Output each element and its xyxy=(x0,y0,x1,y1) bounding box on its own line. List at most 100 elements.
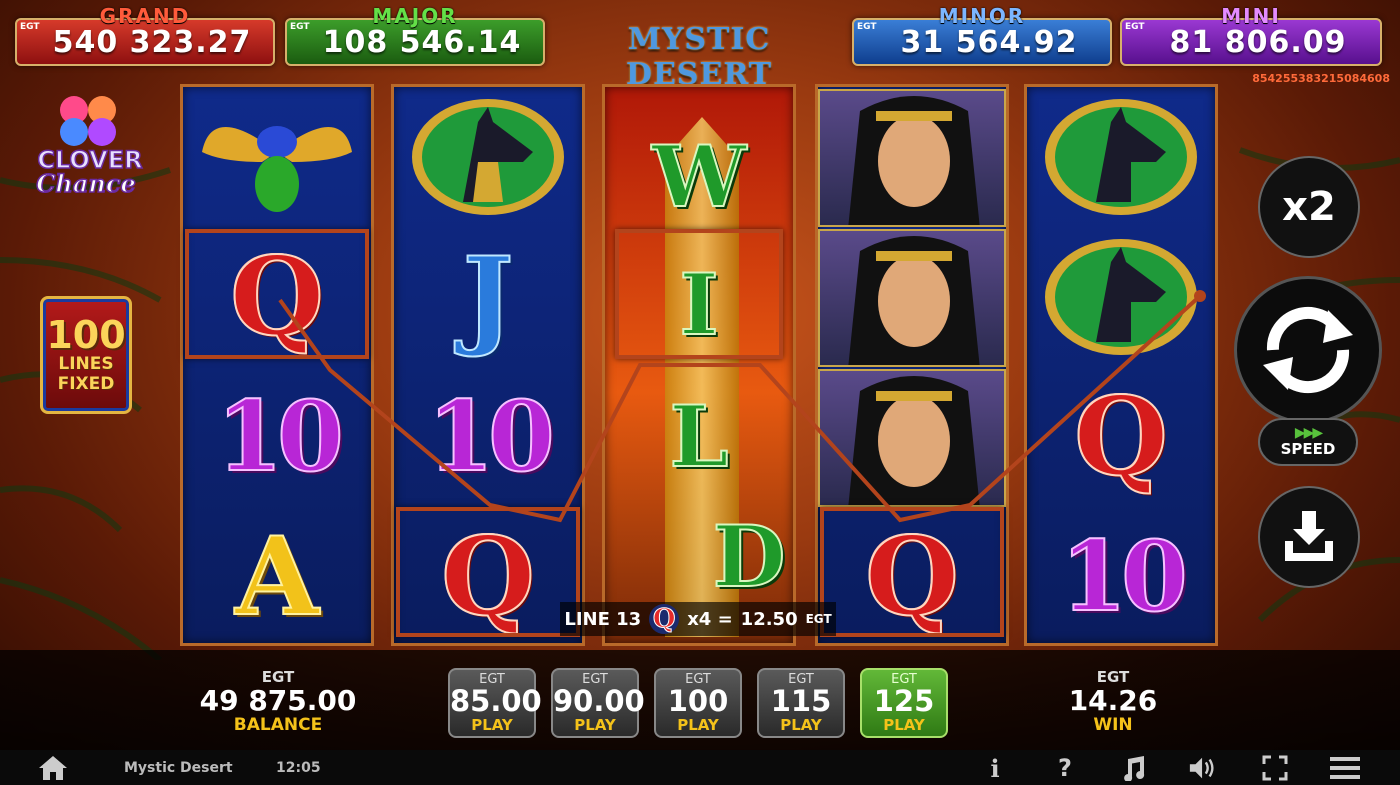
jackpot-minor-value: 31 564.92 xyxy=(900,24,1078,60)
fullscreen-icon[interactable] xyxy=(1260,754,1290,782)
anubis-icon xyxy=(1045,239,1197,355)
win-multiplier: x4 = xyxy=(687,608,733,630)
scarab-icon xyxy=(202,126,352,212)
collect-button[interactable] xyxy=(1258,486,1360,588)
jackpot-mini-value: 81 806.09 xyxy=(1169,24,1347,60)
jackpot-major-label: MAJOR xyxy=(372,4,458,28)
win-line-amount: 12.50 xyxy=(740,608,798,630)
bet-button-100[interactable]: EGT 100 PLAY xyxy=(654,668,742,738)
bet-amount: 115 xyxy=(770,684,832,718)
game-title: MYSTIC DESERT xyxy=(625,22,773,92)
bet-label: PLAY xyxy=(780,716,822,734)
jackpot-minor-label: MINOR xyxy=(938,4,1026,28)
menu-icon[interactable] xyxy=(1330,754,1360,782)
sound-icon[interactable] xyxy=(1188,754,1218,782)
symbol-queen xyxy=(818,369,1006,507)
anubis-icon xyxy=(1045,99,1197,215)
bet-label: PLAY xyxy=(883,716,925,734)
help-icon[interactable]: ? xyxy=(1050,754,1080,782)
status-bar: Mystic Desert 12:05 i ? xyxy=(0,750,1400,785)
win-line-info: LINE 13 Q x4 = 12.50 EGT xyxy=(560,602,836,636)
currency-tag: EGT xyxy=(20,22,40,32)
balance-display: EGT 49 875.00 BALANCE xyxy=(190,668,366,735)
symbol-queen xyxy=(818,89,1006,227)
jackpot-grand: GRAND EGT 540 323.27 xyxy=(15,4,275,66)
win-highlight xyxy=(396,507,580,637)
win-amount: 14.26 xyxy=(1068,684,1158,717)
currency-tag: EGT xyxy=(290,22,310,32)
queen-icon xyxy=(848,96,980,225)
round-id: 854255383215084608 xyxy=(1252,72,1390,85)
symbol-anubis xyxy=(394,87,582,227)
bet-button-115[interactable]: EGT 115 PLAY xyxy=(757,668,845,738)
win-highlight xyxy=(820,507,1004,637)
symbol-j: J xyxy=(461,234,514,360)
clover-chance-logo: CLOVER Chance xyxy=(36,96,143,199)
bet-label: PLAY xyxy=(574,716,616,734)
currency-tag: EGT xyxy=(857,22,877,32)
fast-forward-icon: ▶▶▶ xyxy=(1294,425,1323,441)
win-line-currency: EGT xyxy=(805,612,832,626)
win-line-label: LINE 13 xyxy=(564,608,642,630)
win-highlight xyxy=(185,229,369,359)
multiplier-button[interactable]: x2 xyxy=(1258,156,1360,258)
info-icon[interactable]: i xyxy=(980,754,1010,783)
status-clock: 12:05 xyxy=(276,759,321,776)
symbol-10: 10 xyxy=(426,380,556,493)
balance-label: BALANCE xyxy=(233,715,323,736)
spin-button[interactable] xyxy=(1234,276,1382,424)
lines-count: 100 xyxy=(46,312,126,357)
win-highlight xyxy=(615,229,783,359)
jackpot-mini-label: MINI xyxy=(1221,4,1281,28)
reel-3-wild: W I L D xyxy=(602,84,796,646)
symbol-queen xyxy=(818,229,1006,367)
symbol-scarab xyxy=(183,87,371,227)
win-display: EGT 14.26 WIN xyxy=(1030,668,1196,735)
status-game-name: Mystic Desert xyxy=(124,759,233,776)
q-symbol-icon: Q xyxy=(649,604,680,635)
wild-letter-l: L xyxy=(668,386,729,487)
queen-icon xyxy=(848,236,980,365)
reel-1: Q 10 A xyxy=(180,84,374,646)
symbol-q: Q xyxy=(1073,374,1169,500)
jackpot-grand-label: GRAND xyxy=(99,4,191,28)
bet-button-125-selected[interactable]: EGT 125 PLAY xyxy=(860,668,948,738)
bet-label: PLAY xyxy=(471,716,513,734)
music-icon[interactable] xyxy=(1118,754,1148,782)
lines-fixed-badge: 100 LINES FIXED xyxy=(40,296,132,414)
jackpot-minor: MINOR EGT 31 564.92 xyxy=(852,4,1112,66)
symbol-anubis xyxy=(1027,227,1215,367)
bet-amount: 90.00 xyxy=(553,684,645,718)
symbol-10: 10 xyxy=(215,380,345,493)
jackpot-grand-value: 540 323.27 xyxy=(52,24,252,60)
speed-label: SPEED xyxy=(1280,440,1336,458)
jackpot-major: MAJOR EGT 108 546.14 xyxy=(285,4,545,66)
bet-button-85[interactable]: EGT 85.00 PLAY xyxy=(448,668,542,738)
speed-button[interactable]: ▶▶▶ SPEED xyxy=(1258,418,1358,466)
home-icon[interactable] xyxy=(38,754,68,782)
anubis-icon xyxy=(412,99,564,215)
bet-label: PLAY xyxy=(677,716,719,734)
queen-icon xyxy=(848,376,980,505)
reel-2: J 10 Q xyxy=(391,84,585,646)
refresh-icon xyxy=(1263,306,1353,394)
jackpot-mini: MINI EGT 81 806.09 xyxy=(1120,4,1382,66)
bet-amount: 85.00 xyxy=(450,684,542,718)
reel-5: Q 10 xyxy=(1024,84,1218,646)
bet-button-90[interactable]: EGT 90.00 PLAY xyxy=(551,668,645,738)
reel-4: Q xyxy=(815,84,1009,646)
game-stage: GRAND EGT 540 323.27 MAJOR EGT 108 546.1… xyxy=(0,0,1400,785)
symbol-a: A xyxy=(234,514,320,640)
bet-amount: 125 xyxy=(873,684,935,718)
symbol-10: 10 xyxy=(1059,520,1189,633)
bet-amount: 100 xyxy=(667,684,729,718)
wild-letter-w: W xyxy=(651,126,747,227)
symbol-anubis xyxy=(1027,87,1215,227)
fixed-label: FIXED xyxy=(57,374,115,394)
balance-amount: 49 875.00 xyxy=(199,684,357,717)
lines-label: LINES xyxy=(58,353,114,374)
win-label: WIN xyxy=(1093,715,1133,736)
jackpot-major-value: 108 546.14 xyxy=(322,24,522,60)
currency-tag: EGT xyxy=(1125,22,1145,32)
collect-icon xyxy=(1285,511,1333,561)
